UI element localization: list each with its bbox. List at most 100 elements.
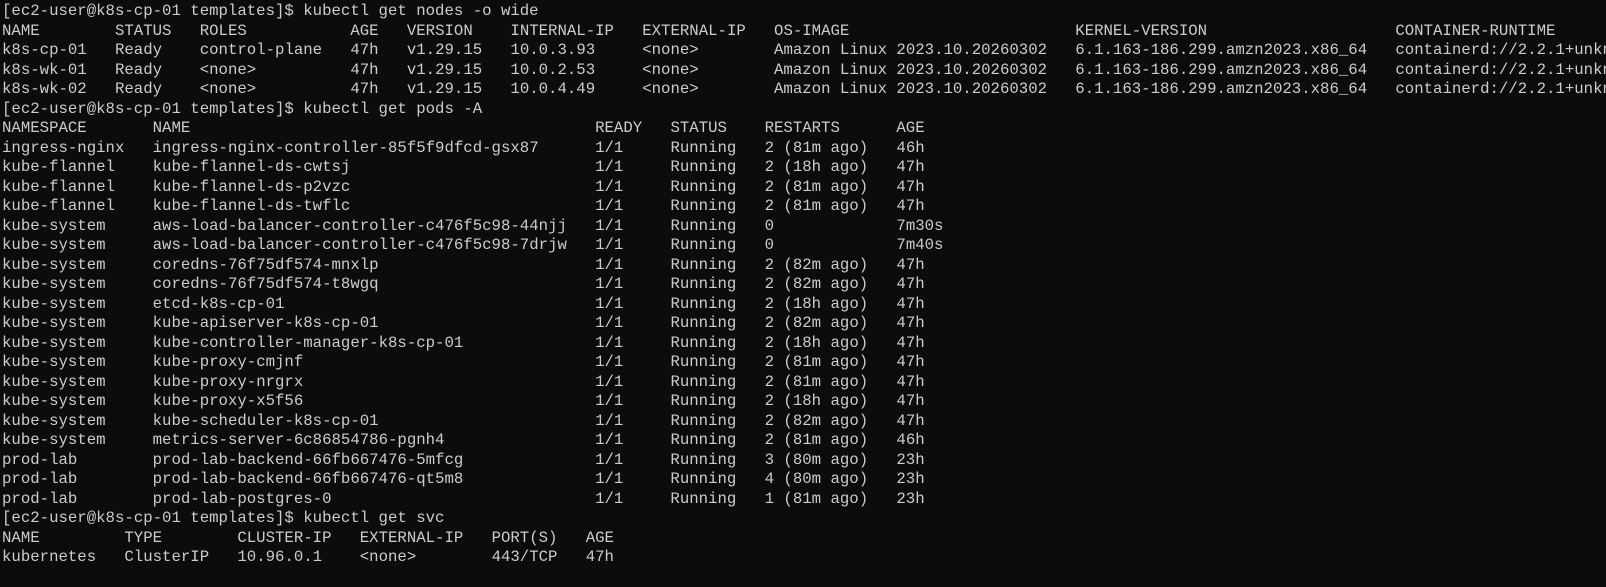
nodes-header-container-runtime: CONTAINER-RUNTIME <box>1395 21 1556 40</box>
pods-cell-namespace: kube-system <box>2 372 106 391</box>
pods-row: kube-system metrics-server-6c86854786-pg… <box>2 431 1606 451</box>
pods-cell-namespace: kube-system <box>2 294 106 313</box>
svc-header-external-ip: EXTERNAL-IP <box>359 528 464 547</box>
prompt: [ec2-user@k8s-cp-01 templates]$ <box>2 509 304 527</box>
pods-cell-restarts: 4 (80m ago) <box>764 470 869 488</box>
pods-cell-restarts: 2 (81m ago) <box>764 372 869 391</box>
pods-cell-age: 23h <box>896 489 925 508</box>
pods-row: ingress-nginx ingress-nginx-controller-8… <box>2 139 1606 159</box>
pods-cell-namespace: kube-flannel <box>2 177 115 196</box>
pods-cell-status: Running <box>670 216 737 235</box>
pods-cell-namespace: prod-lab <box>2 470 78 488</box>
pods-cell-name: kube-controller-manager-k8s-cp-01 <box>152 333 464 352</box>
pods-cell-restarts: 1 (81m ago) <box>764 489 869 508</box>
pods-cell-namespace: kube-system <box>2 216 106 235</box>
pods-cell-namespace: prod-lab <box>2 450 78 469</box>
nodes-cell-container-runtime: containerd://2.2.1+unknown <box>1395 80 1606 98</box>
pods-cell-restarts: 2 (18h ago) <box>764 392 869 410</box>
pods-cell-age: 47h <box>896 197 925 215</box>
nodes-cell-name: k8s-wk-01 <box>2 60 87 79</box>
terminal-window[interactable]: [ec2-user@k8s-cp-01 templates]$ kubectl … <box>0 0 1606 587</box>
svc-cell-port-s: 443/TCP <box>491 548 558 566</box>
pods-row: kube-flannel kube-flannel-ds-cwtsj 1/1 R… <box>2 158 1606 178</box>
pods-cell-name: prod-lab-backend-66fb667476-5mfcg <box>152 450 464 469</box>
pods-row: kube-system kube-proxy-cmjnf 1/1 Running… <box>2 353 1606 373</box>
pods-cell-namespace: prod-lab <box>2 489 78 508</box>
pods-cell-age: 46h <box>896 431 925 449</box>
pods-cell-name: ingress-nginx-controller-85f5f9dfcd-gsx8… <box>152 138 539 157</box>
nodes-header-roles: ROLES <box>199 21 247 40</box>
pods-cell-name: metrics-server-6c86854786-pgnh4 <box>152 431 445 449</box>
pods-cell-status: Running <box>670 411 737 430</box>
nodes-cell-os-image: Amazon Linux 2023.10.20260302 <box>774 80 1048 98</box>
pods-header-status: STATUS <box>670 119 727 137</box>
pods-cell-name: etcd-k8s-cp-01 <box>152 294 285 313</box>
pods-cell-age: 46h <box>896 138 925 157</box>
pods-header-name: NAME <box>152 119 191 137</box>
pods-cell-name: coredns-76f75df574-mnxlp <box>152 255 379 274</box>
pods-cell-restarts: 0 <box>764 236 775 254</box>
pods-cell-name: kube-apiserver-k8s-cp-01 <box>152 314 379 332</box>
pods-cell-age: 47h <box>896 333 925 352</box>
pods-cell-age: 47h <box>896 275 925 293</box>
prompt-line-nodes: [ec2-user@k8s-cp-01 templates]$ kubectl … <box>2 2 1606 22</box>
pods-cell-ready: 1/1 <box>595 333 624 352</box>
pods-cell-namespace: kube-system <box>2 314 106 332</box>
pods-header-restarts: RESTARTS <box>764 119 840 137</box>
pods-cell-restarts: 2 (82m ago) <box>764 314 869 332</box>
svc-header-cluster-ip: CLUSTER-IP <box>237 528 332 547</box>
pods-cell-status: Running <box>670 275 737 293</box>
pods-cell-status: Running <box>670 236 737 254</box>
pods-cell-status: Running <box>670 314 737 332</box>
nodes-cell-status: Ready <box>114 41 163 59</box>
pods-header-namespace: NAMESPACE <box>2 119 87 137</box>
pods-cell-name: aws-load-balancer-controller-c476f5c98-4… <box>152 216 567 235</box>
pods-cell-status: Running <box>670 431 737 449</box>
pods-cell-restarts: 2 (81m ago) <box>764 353 869 371</box>
pods-cell-name: prod-lab-backend-66fb667476-qt5m8 <box>152 470 464 488</box>
nodes-cell-external-ip: <none> <box>642 41 699 59</box>
pods-row: kube-system kube-proxy-x5f56 1/1 Running… <box>2 392 1606 412</box>
pods-cell-status: Running <box>670 470 737 488</box>
pods-row: kube-flannel kube-flannel-ds-p2vzc 1/1 R… <box>2 178 1606 198</box>
pods-cell-restarts: 2 (81m ago) <box>764 197 869 215</box>
pods-cell-ready: 1/1 <box>595 216 624 235</box>
pods-cell-status: Running <box>670 177 737 196</box>
prompt-line-svc: [ec2-user@k8s-cp-01 templates]$ kubectl … <box>2 509 1606 529</box>
nodes-header-external-ip: EXTERNAL-IP <box>642 21 746 40</box>
pods-header-age: AGE <box>896 119 925 137</box>
pods-cell-age: 7m40s <box>896 236 944 254</box>
nodes-header-name: NAME <box>2 21 40 40</box>
pods-cell-restarts: 2 (18h ago) <box>764 158 869 176</box>
svc-row: kubernetes ClusterIP 10.96.0.1 <none> 44… <box>2 548 1606 568</box>
nodes-cell-internal-ip: 10.0.4.49 <box>510 80 596 98</box>
pods-row: prod-lab prod-lab-backend-66fb667476-5mf… <box>2 451 1606 471</box>
nodes-cell-name: k8s-cp-01 <box>2 41 87 59</box>
pods-cell-ready: 1/1 <box>595 470 624 488</box>
pods-cell-restarts: 2 (18h ago) <box>764 294 869 313</box>
pods-cell-status: Running <box>670 138 737 157</box>
pods-row: kube-system kube-controller-manager-k8s-… <box>2 334 1606 354</box>
pods-cell-ready: 1/1 <box>595 353 624 371</box>
pods-cell-status: Running <box>670 197 737 215</box>
pods-cell-status: Running <box>670 353 737 371</box>
command-get-pods: kubectl get pods -A <box>303 99 483 118</box>
nodes-header-internal-ip: INTERNAL-IP <box>510 21 614 40</box>
pods-row: kube-system coredns-76f75df574-t8wgq 1/1… <box>2 275 1606 295</box>
pods-cell-name: kube-proxy-x5f56 <box>152 392 304 410</box>
svc-header-type: TYPE <box>124 528 163 547</box>
svc-header-row: NAME TYPE CLUSTER-IP EXTERNAL-IP PORT(S)… <box>2 529 1606 549</box>
nodes-row: k8s-wk-01 Ready <none> 47h v1.29.15 10.0… <box>2 61 1606 81</box>
pods-cell-ready: 1/1 <box>595 411 624 430</box>
nodes-row: k8s-wk-02 Ready <none> 47h v1.29.15 10.0… <box>2 80 1606 100</box>
pods-cell-status: Running <box>670 372 737 391</box>
pods-cell-age: 47h <box>896 314 925 332</box>
pods-cell-age: 47h <box>896 294 925 313</box>
nodes-cell-kernel-version: 6.1.163-186.299.amzn2023.x86_64 <box>1075 80 1368 98</box>
pods-cell-status: Running <box>670 489 737 508</box>
nodes-cell-version: v1.29.15 <box>406 60 483 79</box>
nodes-header-status: STATUS <box>114 21 172 40</box>
pods-output: NAMESPACE NAME READY STATUS RESTARTS AGE… <box>2 119 1606 509</box>
pods-cell-ready: 1/1 <box>595 275 624 293</box>
pods-cell-ready: 1/1 <box>595 450 624 469</box>
